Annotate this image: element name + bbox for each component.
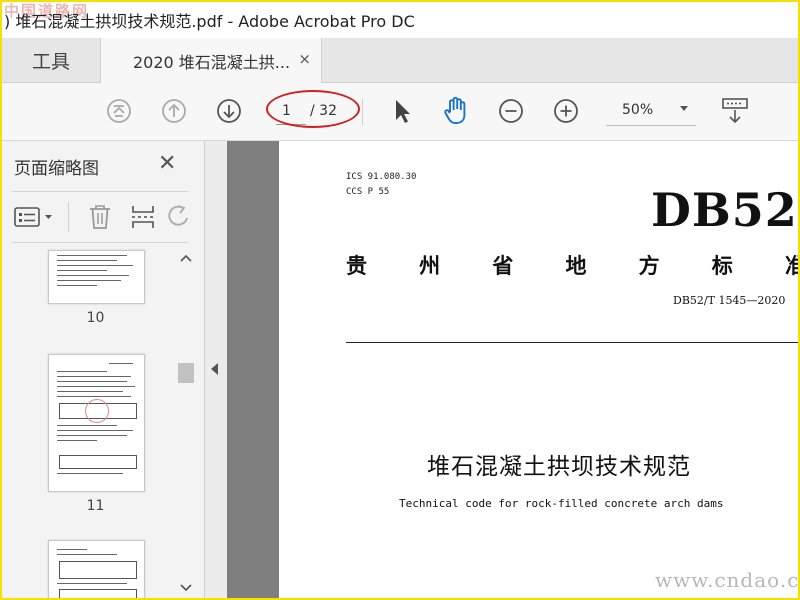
zoom-in-icon[interactable] (551, 96, 581, 126)
zoom-value: 50% (622, 102, 654, 118)
thumbnail-label-11: 11 (86, 498, 105, 514)
ccs-code: CCS P 55 (346, 187, 390, 197)
header-rule (346, 342, 800, 343)
prev-page-icon[interactable] (159, 96, 189, 126)
tab-tools[interactable]: 工具 (4, 38, 98, 82)
thumbnail-options-icon[interactable] (14, 203, 54, 231)
insert-page-icon[interactable] (130, 203, 156, 231)
zoom-out-icon[interactable] (496, 96, 526, 126)
collapse-left-icon[interactable] (211, 363, 218, 375)
delete-icon[interactable] (88, 203, 112, 231)
rotate-icon[interactable] (168, 203, 190, 231)
standard-number: DB52/T 1545—2020 (673, 294, 786, 307)
standard-code: DB52 (651, 183, 798, 237)
zoom-select[interactable]: 50% (606, 97, 696, 126)
read-mode-icon[interactable] (720, 96, 750, 126)
thumbnail-toolbar (12, 191, 188, 243)
thumbnail-toolbar-divider (68, 202, 69, 232)
thumbnail-stamp (85, 399, 109, 423)
thumbnail-page-12[interactable] (48, 540, 145, 600)
watermark-bottom-right: www.cndao.com (655, 568, 800, 592)
thumbnail-label-10: 10 (86, 310, 105, 326)
thumbnail-scrollbar[interactable] (176, 248, 196, 600)
chevron-down-icon (680, 106, 688, 111)
heading-char: 贵 (346, 254, 367, 278)
heading-char: 州 (419, 254, 441, 278)
first-page-icon[interactable] (104, 96, 134, 126)
heading-char: 标 (711, 254, 733, 278)
close-icon[interactable]: ✕ (158, 151, 176, 176)
tab-document[interactable]: 2020 堆石混凝土拱... × (100, 38, 322, 83)
toolbar: 1 / 32 50% (0, 83, 800, 141)
thumbnail-list[interactable]: 10 11 (0, 244, 176, 600)
panel-collapse-strip[interactable] (205, 141, 227, 600)
document-title-cn: 堆石混凝土拱坝技术规范 (427, 454, 691, 480)
thumbnail-panel-title: 页面缩略图 (14, 159, 99, 179)
ics-code-block: ICS 91.080.30 CCS P 55 (346, 170, 416, 200)
heading-char: 准 (784, 254, 800, 278)
heading-char: 地 (565, 254, 587, 278)
thumbnail-table-2 (59, 455, 137, 469)
highlight-ellipse (266, 90, 360, 128)
next-page-icon[interactable] (214, 96, 244, 126)
heading-char: 方 (638, 254, 660, 278)
hand-tool-icon[interactable] (441, 96, 471, 126)
tab-document-label: 2020 堆石混凝土拱... (133, 52, 291, 72)
toolbar-divider (362, 99, 363, 125)
window-title: ) 堆石混凝土拱坝技术规范.pdf - Adobe Acrobat Pro DC (4, 12, 415, 31)
scroll-down-icon[interactable] (180, 584, 192, 592)
title-bar: 中国道路网 ) 堆石混凝土拱坝技术规范.pdf - Adobe Acrobat … (0, 0, 800, 38)
scrollbar-thumb[interactable] (178, 363, 194, 383)
thumbnail-panel: 页面缩略图 ✕ 10 11 (0, 141, 205, 600)
tab-bar: 工具 2020 堆石混凝土拱... × (0, 38, 800, 83)
standard-type-heading: 贵 州 省 地 方 标 准 (346, 250, 800, 280)
thumbnail-table-3 (59, 561, 137, 579)
thumbnail-page-10[interactable] (48, 250, 145, 304)
document-title-en: Technical code for rock-filled concrete … (399, 497, 724, 510)
scroll-up-icon[interactable] (180, 254, 192, 262)
select-arrow-icon[interactable] (387, 96, 417, 126)
close-tab-icon[interactable]: × (298, 50, 311, 68)
document-page[interactable]: ICS 91.080.30 CCS P 55 DB52 贵 州 省 地 方 标 … (279, 141, 800, 600)
thumbnail-table-4 (59, 589, 137, 600)
thumbnail-page-11[interactable] (48, 354, 145, 492)
heading-char: 省 (492, 254, 514, 278)
ics-code: ICS 91.080.30 (346, 172, 417, 182)
